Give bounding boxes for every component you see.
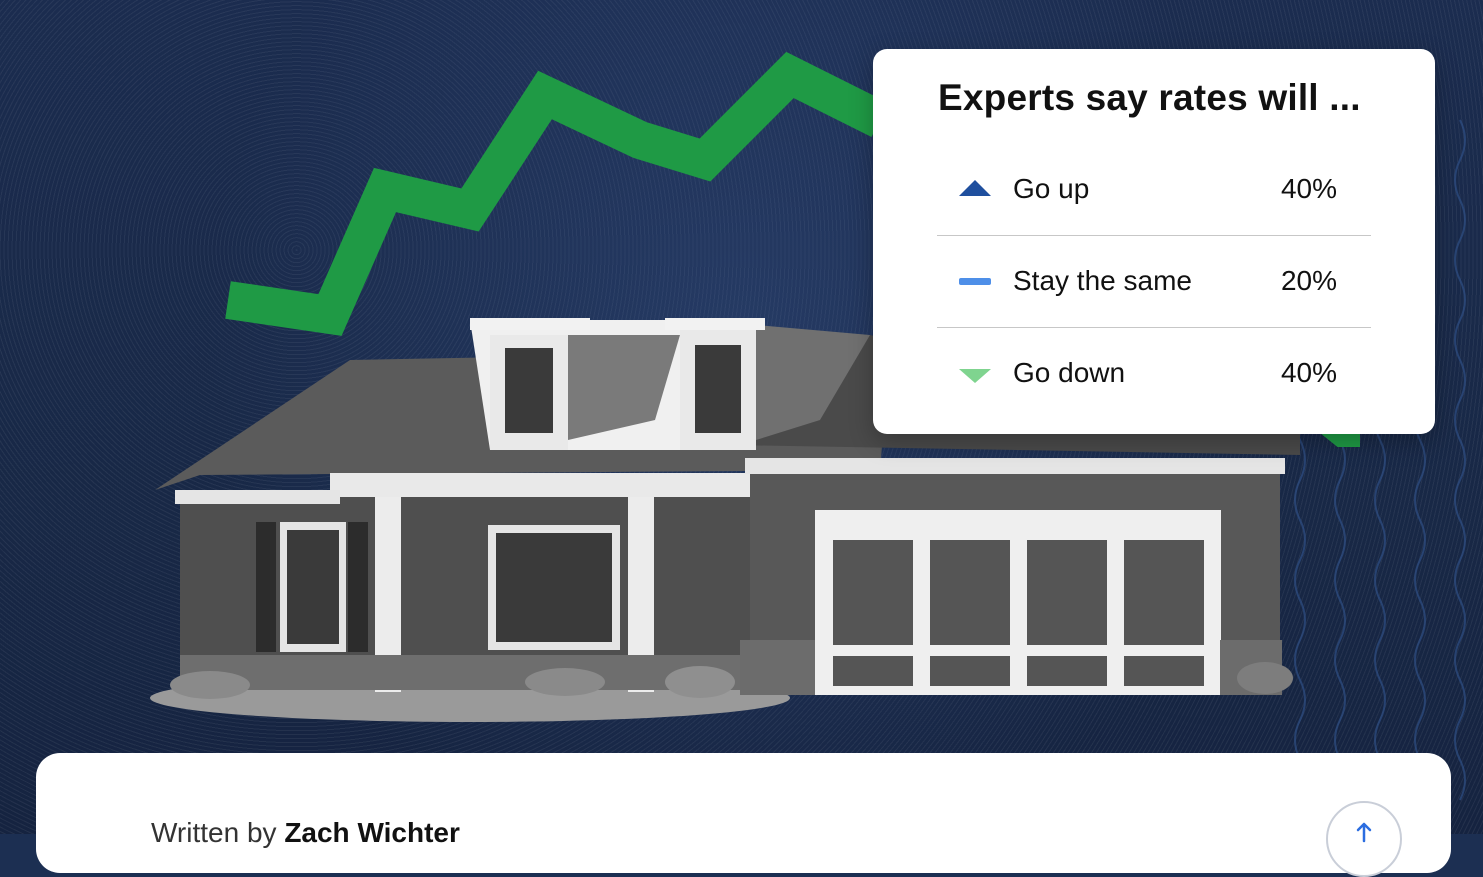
share-button[interactable] [1326,801,1402,877]
triangle-up-icon [959,179,993,199]
share-icon [1356,822,1372,843]
triangle-down-icon [959,363,993,383]
poll-option-label: Go down [1013,357,1126,388]
poll-option-label: Go up [1013,173,1090,204]
poll-option-stay-same: Stay the same 20% [937,235,1371,327]
dash-icon [959,271,993,291]
byline-prefix: Written by [151,817,277,848]
poll-title: Experts say rates will ... [938,77,1361,118]
poll-option-percent: 40% [1280,357,1337,388]
rising-chart-line [225,51,889,336]
article-byline-card: Written by Zach Wichter [36,753,1451,877]
poll-option-go-up: Go up 40% [937,143,1371,235]
poll-option-go-down: Go down 40% [937,327,1371,419]
poll-option-percent: 40% [1280,173,1337,204]
rate-poll-card: Experts say rates will ... Go up 40% Sta… [873,49,1435,434]
poll-option-label: Stay the same [1013,265,1192,296]
author-link[interactable]: Zach Wichter [284,817,460,848]
poll-option-percent: 20% [1280,265,1337,296]
byline: Written by Zach Wichter [151,817,460,849]
